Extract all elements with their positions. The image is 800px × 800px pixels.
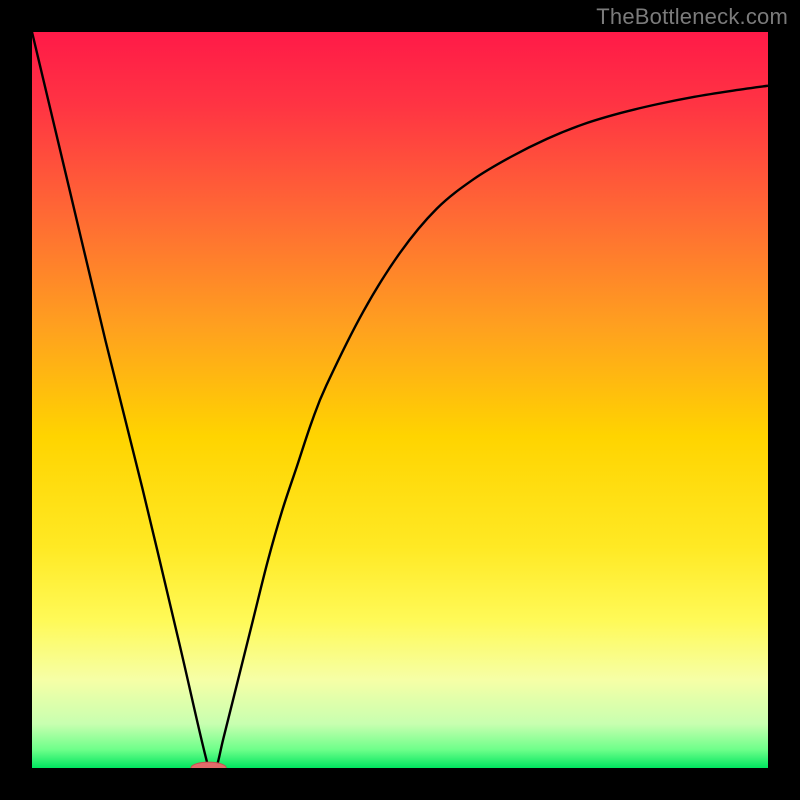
image-frame: TheBottleneck.com [0,0,800,800]
bottleneck-chart [32,32,768,768]
watermark-text: TheBottleneck.com [596,4,788,30]
gradient-background [32,32,768,768]
